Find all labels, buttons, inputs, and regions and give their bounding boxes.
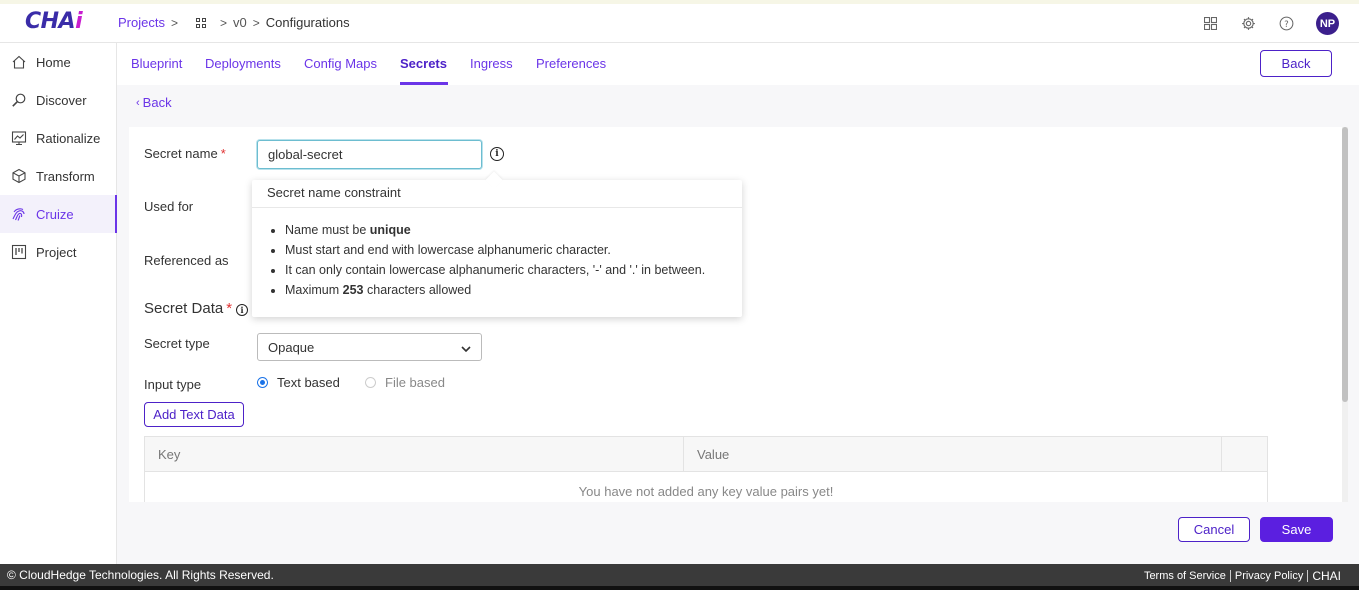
breadcrumb-current: Configurations xyxy=(265,15,350,30)
rationalize-icon xyxy=(11,130,27,146)
column-divider xyxy=(1221,437,1222,472)
info-icon[interactable]: i xyxy=(490,147,504,161)
header-actions: ? NP xyxy=(1202,12,1339,35)
privacy-link[interactable]: Privacy Policy xyxy=(1231,570,1307,582)
grid-icon[interactable] xyxy=(195,17,206,28)
constraint-item: It can only contain lowercase alphanumer… xyxy=(285,260,705,280)
sidebar-item-label: Transform xyxy=(36,168,95,184)
bottom-bar xyxy=(0,586,1359,590)
radio-label: File based xyxy=(385,375,445,390)
copyright-text: © CloudHedge Technologies. All Rights Re… xyxy=(7,568,274,582)
radio-label: Text based xyxy=(277,375,340,390)
info-icon[interactable]: i xyxy=(236,304,248,316)
sidebar-item-label: Rationalize xyxy=(36,130,101,146)
secret-type-select[interactable]: Opaque xyxy=(257,333,482,361)
fingerprint-icon xyxy=(11,206,27,222)
sidebar-item-transform[interactable]: Transform xyxy=(0,157,116,195)
footer-brand: CHAI xyxy=(1312,569,1341,583)
config-tabs: Blueprint Deployments Config Maps Secret… xyxy=(117,43,1359,85)
secret-type-value: Opaque xyxy=(268,339,315,355)
popover-divider xyxy=(252,207,742,208)
discover-icon xyxy=(11,92,27,108)
back-button[interactable]: Back xyxy=(1260,50,1332,77)
breadcrumb-projects[interactable]: Projects xyxy=(118,15,165,30)
tab-deployments[interactable]: Deployments xyxy=(205,56,281,71)
scrollbar[interactable] xyxy=(1342,127,1348,502)
empty-state-message: You have not added any key value pairs y… xyxy=(578,484,834,499)
table-header: Key Value xyxy=(145,437,1267,472)
chai-logo[interactable]: CHAi xyxy=(25,9,83,34)
secret-type-label: Secret type xyxy=(144,336,210,351)
sidebar-item-cruize[interactable]: Cruize xyxy=(0,195,117,233)
sidebar-item-label: Home xyxy=(36,54,71,70)
terms-link[interactable]: Terms of Service xyxy=(1140,570,1230,582)
constraint-item: Must start and end with lowercase alphan… xyxy=(285,240,705,260)
secret-name-constraint-popover: Secret name constraint Name must be uniq… xyxy=(252,171,742,317)
breadcrumb: Projects > > v0 > Configurations xyxy=(118,15,350,30)
app-header: CHAi Projects > > v0 > Configurations ? … xyxy=(0,4,1359,43)
secret-data-title: Secret Data * xyxy=(144,300,233,317)
input-type-label: Input type xyxy=(144,377,202,392)
sidebar-item-rationalize[interactable]: Rationalize xyxy=(0,119,116,157)
radio-button[interactable] xyxy=(365,377,376,388)
help-icon[interactable]: ? xyxy=(1278,16,1294,32)
tab-ingress[interactable]: Ingress xyxy=(470,56,513,71)
apps-icon[interactable] xyxy=(1202,16,1218,32)
cube-icon xyxy=(11,168,27,184)
project-icon xyxy=(11,244,27,260)
radio-file-based[interactable]: File based xyxy=(365,375,445,390)
sidebar-item-label: Discover xyxy=(36,92,87,108)
column-header-value: Value xyxy=(697,447,730,462)
radio-button[interactable] xyxy=(257,377,268,388)
sidebar-item-label: Project xyxy=(36,244,77,260)
add-text-data-button[interactable]: Add Text Data xyxy=(144,402,244,427)
home-icon xyxy=(11,54,27,70)
sidebar-item-label: Cruize xyxy=(36,206,74,222)
breadcrumb-separator: > xyxy=(219,15,227,30)
chevron-down-icon xyxy=(461,340,471,355)
user-avatar[interactable]: NP xyxy=(1316,12,1339,35)
chevron-left-icon: ‹ xyxy=(136,96,140,109)
sidebar-item-home[interactable]: Home xyxy=(0,43,116,81)
key-value-table: Key Value You have not added any key val… xyxy=(144,436,1268,502)
secret-name-input[interactable] xyxy=(257,140,482,169)
svg-text:?: ? xyxy=(1284,19,1288,29)
footer: © CloudHedge Technologies. All Rights Re… xyxy=(0,564,1359,586)
sidebar-item-project[interactable]: Project xyxy=(0,233,116,271)
back-link[interactable]: ‹ Back xyxy=(136,95,172,110)
secret-name-label: Secret name * xyxy=(144,146,226,161)
radio-text-based[interactable]: Text based xyxy=(257,375,340,390)
tab-config-maps[interactable]: Config Maps xyxy=(304,56,377,71)
breadcrumb-separator: > xyxy=(252,15,260,30)
breadcrumb-version[interactable]: v0 xyxy=(233,15,247,30)
back-link-label: Back xyxy=(142,95,172,110)
popover-title: Secret name constraint xyxy=(267,185,401,200)
gear-icon[interactable] xyxy=(1240,16,1256,32)
constraint-item: Maximum 253 characters allowed xyxy=(285,280,705,300)
active-tab-indicator xyxy=(400,82,448,85)
column-divider xyxy=(683,437,684,472)
tab-preferences[interactable]: Preferences xyxy=(536,56,606,71)
footer-links: Terms of Service Privacy Policy CHAI xyxy=(1140,569,1345,583)
breadcrumb-separator: > xyxy=(170,15,178,30)
scrollbar-thumb[interactable] xyxy=(1342,127,1348,402)
cancel-button[interactable]: Cancel xyxy=(1178,517,1250,542)
tab-secrets[interactable]: Secrets xyxy=(400,56,447,71)
constraint-item: Name must be unique xyxy=(285,220,705,240)
sidebar: Home Discover Rationalize Transform Crui… xyxy=(0,43,117,564)
used-for-label: Used for xyxy=(144,199,194,214)
sidebar-item-discover[interactable]: Discover xyxy=(0,81,116,119)
constraint-list: Name must be unique Must start and end w… xyxy=(285,220,705,300)
column-header-key: Key xyxy=(158,447,181,462)
save-button[interactable]: Save xyxy=(1260,517,1333,542)
referenced-as-label: Referenced as xyxy=(144,253,229,268)
tab-blueprint[interactable]: Blueprint xyxy=(131,56,182,71)
